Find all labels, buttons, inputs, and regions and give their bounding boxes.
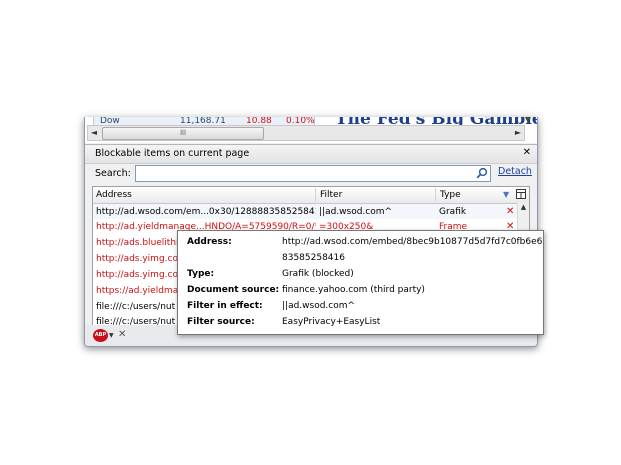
status-close-icon[interactable]: ✕ <box>118 329 126 340</box>
item-details-tooltip: Address: http://ad.wsod.com/embed/8bec9b… <box>177 230 544 335</box>
tooltip-filtersource-value: EasyPrivacy+EasyList <box>282 317 381 327</box>
search-field[interactable] <box>135 165 491 182</box>
tooltip-type-value: Grafik (blocked) <box>282 269 354 279</box>
column-divider[interactable] <box>435 188 436 202</box>
tooltip-address-label: Address: <box>187 237 232 247</box>
tooltip-filter-label: Filter in effect: <box>187 301 263 311</box>
tooltip-filtersource-label: Filter source: <box>187 317 255 327</box>
sort-down-icon[interactable]: ▼ <box>503 190 509 199</box>
detach-link[interactable]: Detach <box>498 166 532 177</box>
column-picker-icon[interactable] <box>516 189 526 199</box>
table-row[interactable]: http://ad.wsod.com/em...0x30/12888835852… <box>93 204 517 219</box>
scroll-thumb[interactable]: lll <box>102 127 264 140</box>
tooltip-address-value-cont: 83585258416 <box>282 253 345 263</box>
scroll-right-icon[interactable]: ► <box>512 126 524 140</box>
column-header-address[interactable]: Address <box>96 190 132 200</box>
tooltip-address-value: http://ad.wsod.com/embed/8bec9b10877d5d7… <box>282 237 544 247</box>
tooltip-docsource-value: finance.yahoo.com (third party) <box>282 285 425 295</box>
tooltip-docsource-label: Document source: <box>187 285 280 295</box>
adblock-plus-icon[interactable]: ABP <box>93 329 108 342</box>
scroll-left-icon[interactable]: ◄ <box>88 126 100 140</box>
tooltip-filter-value: ||ad.wsod.com^ <box>282 301 356 311</box>
column-header-type[interactable]: Type <box>440 190 461 200</box>
row-filter: ||ad.wsod.com^ <box>319 207 393 217</box>
panel-close-icon[interactable]: ✕ <box>523 147 531 158</box>
panel-header: Blockable items on current page ✕ <box>85 144 537 164</box>
search-icon[interactable] <box>476 167 488 179</box>
search-input[interactable] <box>136 166 469 179</box>
horizontal-scrollbar[interactable]: ◄ lll ► <box>87 125 525 141</box>
row-address: http://ad.wsod.com/em...0x30/12888835852… <box>96 207 316 217</box>
table-header: Address Filter Type ▼ <box>93 187 529 204</box>
remove-icon[interactable]: ✕ <box>506 206 514 217</box>
column-divider[interactable] <box>315 188 316 202</box>
chevron-down-icon[interactable]: ▼ <box>109 332 114 339</box>
row-type: Grafik <box>439 207 467 217</box>
column-header-filter[interactable]: Filter <box>320 190 342 200</box>
search-label: Search: <box>95 168 131 179</box>
tooltip-type-label: Type: <box>187 269 215 279</box>
panel-title: Blockable items on current page <box>95 148 250 159</box>
webpage-fragment: Dow 11,168.71 10.88 0.10% The Fed's Big … <box>85 117 537 143</box>
scroll-up-icon[interactable]: ▲ <box>518 203 529 213</box>
